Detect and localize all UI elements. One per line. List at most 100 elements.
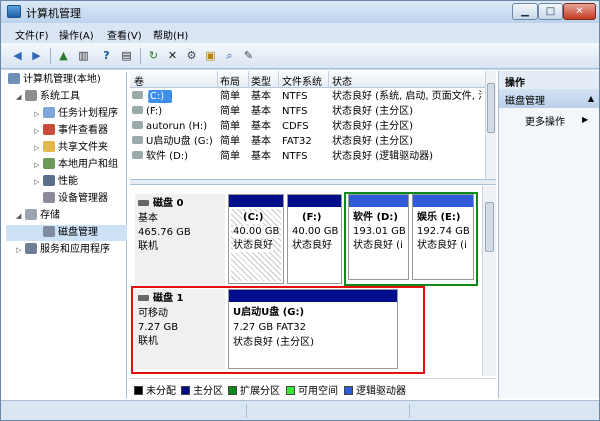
volume-list-scrollbar[interactable] (485, 71, 496, 179)
tree-item-task-scheduler[interactable]: ▷ 任务计划程序 (6, 106, 127, 122)
show-tree-icon[interactable]: ▥ (75, 47, 92, 64)
performance-icon (43, 175, 55, 186)
actions-title: 操作 (499, 71, 599, 89)
status-separator (246, 404, 247, 418)
usb-drive-icon (132, 136, 143, 144)
storage-icon (25, 209, 37, 220)
partition-d[interactable]: 软件 (D:) 193.01 GB 状态良好 (i (348, 194, 409, 280)
clock-icon (43, 107, 55, 118)
partition-f[interactable]: (F:) 40.00 GB 状态良好 (287, 194, 342, 284)
column-divider[interactable] (217, 71, 218, 88)
menu-view[interactable]: 查看(V) (107, 27, 142, 42)
help-icon[interactable]: ? (98, 47, 115, 64)
primary-partition-bar (288, 195, 341, 207)
minimize-button[interactable]: ▁ (512, 3, 538, 20)
legend-extended: 扩展分区 (228, 382, 280, 397)
delete-icon[interactable]: ✕ (164, 47, 181, 64)
computer-management-icon (7, 5, 21, 18)
maximize-button[interactable]: □ (538, 3, 563, 20)
disk-0-label[interactable]: 磁盘 0 基本 465.76 GB 联机 (135, 194, 225, 286)
column-divider[interactable] (278, 71, 279, 88)
logical-drive-bar (349, 195, 408, 207)
drive-icon (132, 91, 143, 99)
legend-unallocated: 未分配 (134, 382, 176, 397)
column-header-volume[interactable]: 卷 (134, 73, 144, 88)
open-folder-icon[interactable]: ▣ (202, 47, 219, 64)
column-header-type[interactable]: 类型 (251, 73, 271, 88)
shared-folder-icon (43, 141, 55, 152)
settings-icon[interactable]: ⚙ (183, 47, 200, 64)
red-highlight-box (131, 286, 425, 374)
disk-icon (138, 200, 149, 206)
tree-item-disk-management[interactable]: 磁盘管理 (6, 225, 127, 241)
drive-icon (132, 151, 143, 159)
collapse-arrow-icon[interactable]: ▷ (34, 174, 43, 190)
menu-bar: 文件(F) 操作(A) 查看(V) 帮助(H) (1, 23, 599, 43)
device-manager-icon (43, 192, 55, 203)
actions-pane: 操作 磁盘管理 ▲ 更多操作 ▶ (498, 71, 599, 398)
partition-e[interactable]: 娱乐 (E:) 192.74 GB 状态良好 (i (412, 194, 474, 280)
collapse-arrow-icon[interactable]: ▷ (34, 157, 43, 173)
tree-item-shared-folders[interactable]: ▷ 共享文件夹 (6, 140, 127, 156)
graph-scrollbar[interactable] (482, 186, 496, 376)
volume-row[interactable]: U启动U盘 (G:) 简单 基本 FAT32 状态良好 (主分区) (130, 134, 485, 149)
status-separator (409, 404, 410, 418)
collapse-arrow-icon[interactable]: ▷ (16, 242, 25, 258)
properties-icon[interactable]: ▤ (118, 47, 135, 64)
pane-splitter[interactable] (130, 179, 496, 185)
expand-arrow-icon[interactable]: ◢ (16, 208, 25, 224)
cd-drive-icon (132, 121, 143, 129)
tree-item-system-tools[interactable]: ◢ 系统工具 (6, 89, 127, 105)
tree-item-event-viewer[interactable]: ▷ 事件查看器 (6, 123, 127, 139)
column-divider[interactable] (328, 71, 329, 88)
legend-free-space: 可用空间 (286, 382, 338, 397)
tree-item-device-manager[interactable]: 设备管理器 (6, 191, 127, 207)
navigation-tree: 计算机管理(本地) ◢ 系统工具 ▷ 任务计划程序 ▷ 事件查看器 ▷ 共享文件夹 ▷ 本… (6, 72, 127, 398)
expand-arrow-icon[interactable]: ◢ (16, 89, 25, 105)
menu-help[interactable]: 帮助(H) (153, 27, 188, 42)
event-viewer-icon (43, 124, 55, 135)
export-icon[interactable]: ✎ (240, 47, 257, 64)
tree-item-performance[interactable]: ▷ 性能 (6, 174, 127, 190)
tree-item-services-apps[interactable]: ▷ 服务和应用程序 (6, 242, 127, 258)
collapse-arrow-icon[interactable]: ▷ (34, 140, 43, 156)
tree-item-local-users[interactable]: ▷ 本地用户和组 (6, 157, 127, 173)
title-bar[interactable]: 计算机管理 ▁ □ ✕ (1, 1, 599, 23)
column-header-filesystem[interactable]: 文件系统 (282, 73, 322, 88)
volume-row[interactable]: (C:) 简单 基本 NTFS 状态良好 (系统, 启动, 页面文件, 活 (130, 89, 485, 104)
menu-file[interactable]: 文件(F) (15, 27, 49, 42)
volume-row[interactable]: autorun (H:) 简单 基本 CDFS 状态良好 (主分区) (130, 119, 485, 134)
forward-arrow-icon[interactable]: ▶ (28, 47, 45, 64)
services-icon (25, 243, 37, 254)
drive-icon (132, 106, 143, 114)
up-folder-icon[interactable]: ▲ (55, 47, 72, 64)
toolbar: ◀ ▶ ▲ ▥ ? ▤ ↻ ✕ ⚙ ▣ ⌕ ✎ (1, 43, 599, 69)
tools-icon (25, 90, 37, 101)
close-button[interactable]: ✕ (563, 3, 596, 20)
search-icon[interactable]: ⌕ (221, 47, 238, 64)
scrollbar-thumb[interactable] (487, 83, 495, 133)
more-actions-link[interactable]: 更多操作 (525, 113, 565, 128)
collapse-arrow-icon[interactable]: ▷ (34, 106, 43, 122)
scrollbar-thumb[interactable] (485, 202, 494, 252)
toolbar-separator (140, 48, 141, 64)
collapse-arrow-icon[interactable]: ▷ (34, 123, 43, 139)
column-divider[interactable] (248, 71, 249, 88)
submenu-arrow-icon[interactable]: ▶ (582, 115, 588, 124)
primary-partition-bar (229, 195, 283, 207)
legend-logical-drive: 逻辑驱动器 (344, 382, 406, 397)
column-header-layout[interactable]: 布局 (220, 73, 240, 88)
actions-section-disk-management[interactable]: 磁盘管理 ▲ (499, 89, 599, 108)
volume-row[interactable]: (F:) 简单 基本 NTFS 状态良好 (主分区) (130, 104, 485, 119)
partition-c[interactable]: (C:) 40.00 GB 状态良好 (228, 194, 284, 284)
tree-item-storage[interactable]: ◢ 存储 (6, 208, 127, 224)
back-arrow-icon[interactable]: ◀ (9, 47, 26, 64)
column-header-status[interactable]: 状态 (332, 73, 352, 88)
collapse-arrow-icon[interactable]: ▲ (588, 94, 594, 103)
disk-graphical-view: 磁盘 0 基本 465.76 GB 联机 (C:) 40.00 GB 状态良好 … (130, 186, 480, 376)
tree-item-computer-management[interactable]: 计算机管理(本地) (6, 72, 127, 88)
menu-action[interactable]: 操作(A) (59, 27, 94, 42)
legend-bar: 未分配 主分区 扩展分区 可用空间 逻辑驱动器 (130, 378, 496, 397)
refresh-icon[interactable]: ↻ (145, 47, 162, 64)
volume-row[interactable]: 软件 (D:) 简单 基本 NTFS 状态良好 (逻辑驱动器) (130, 149, 485, 164)
